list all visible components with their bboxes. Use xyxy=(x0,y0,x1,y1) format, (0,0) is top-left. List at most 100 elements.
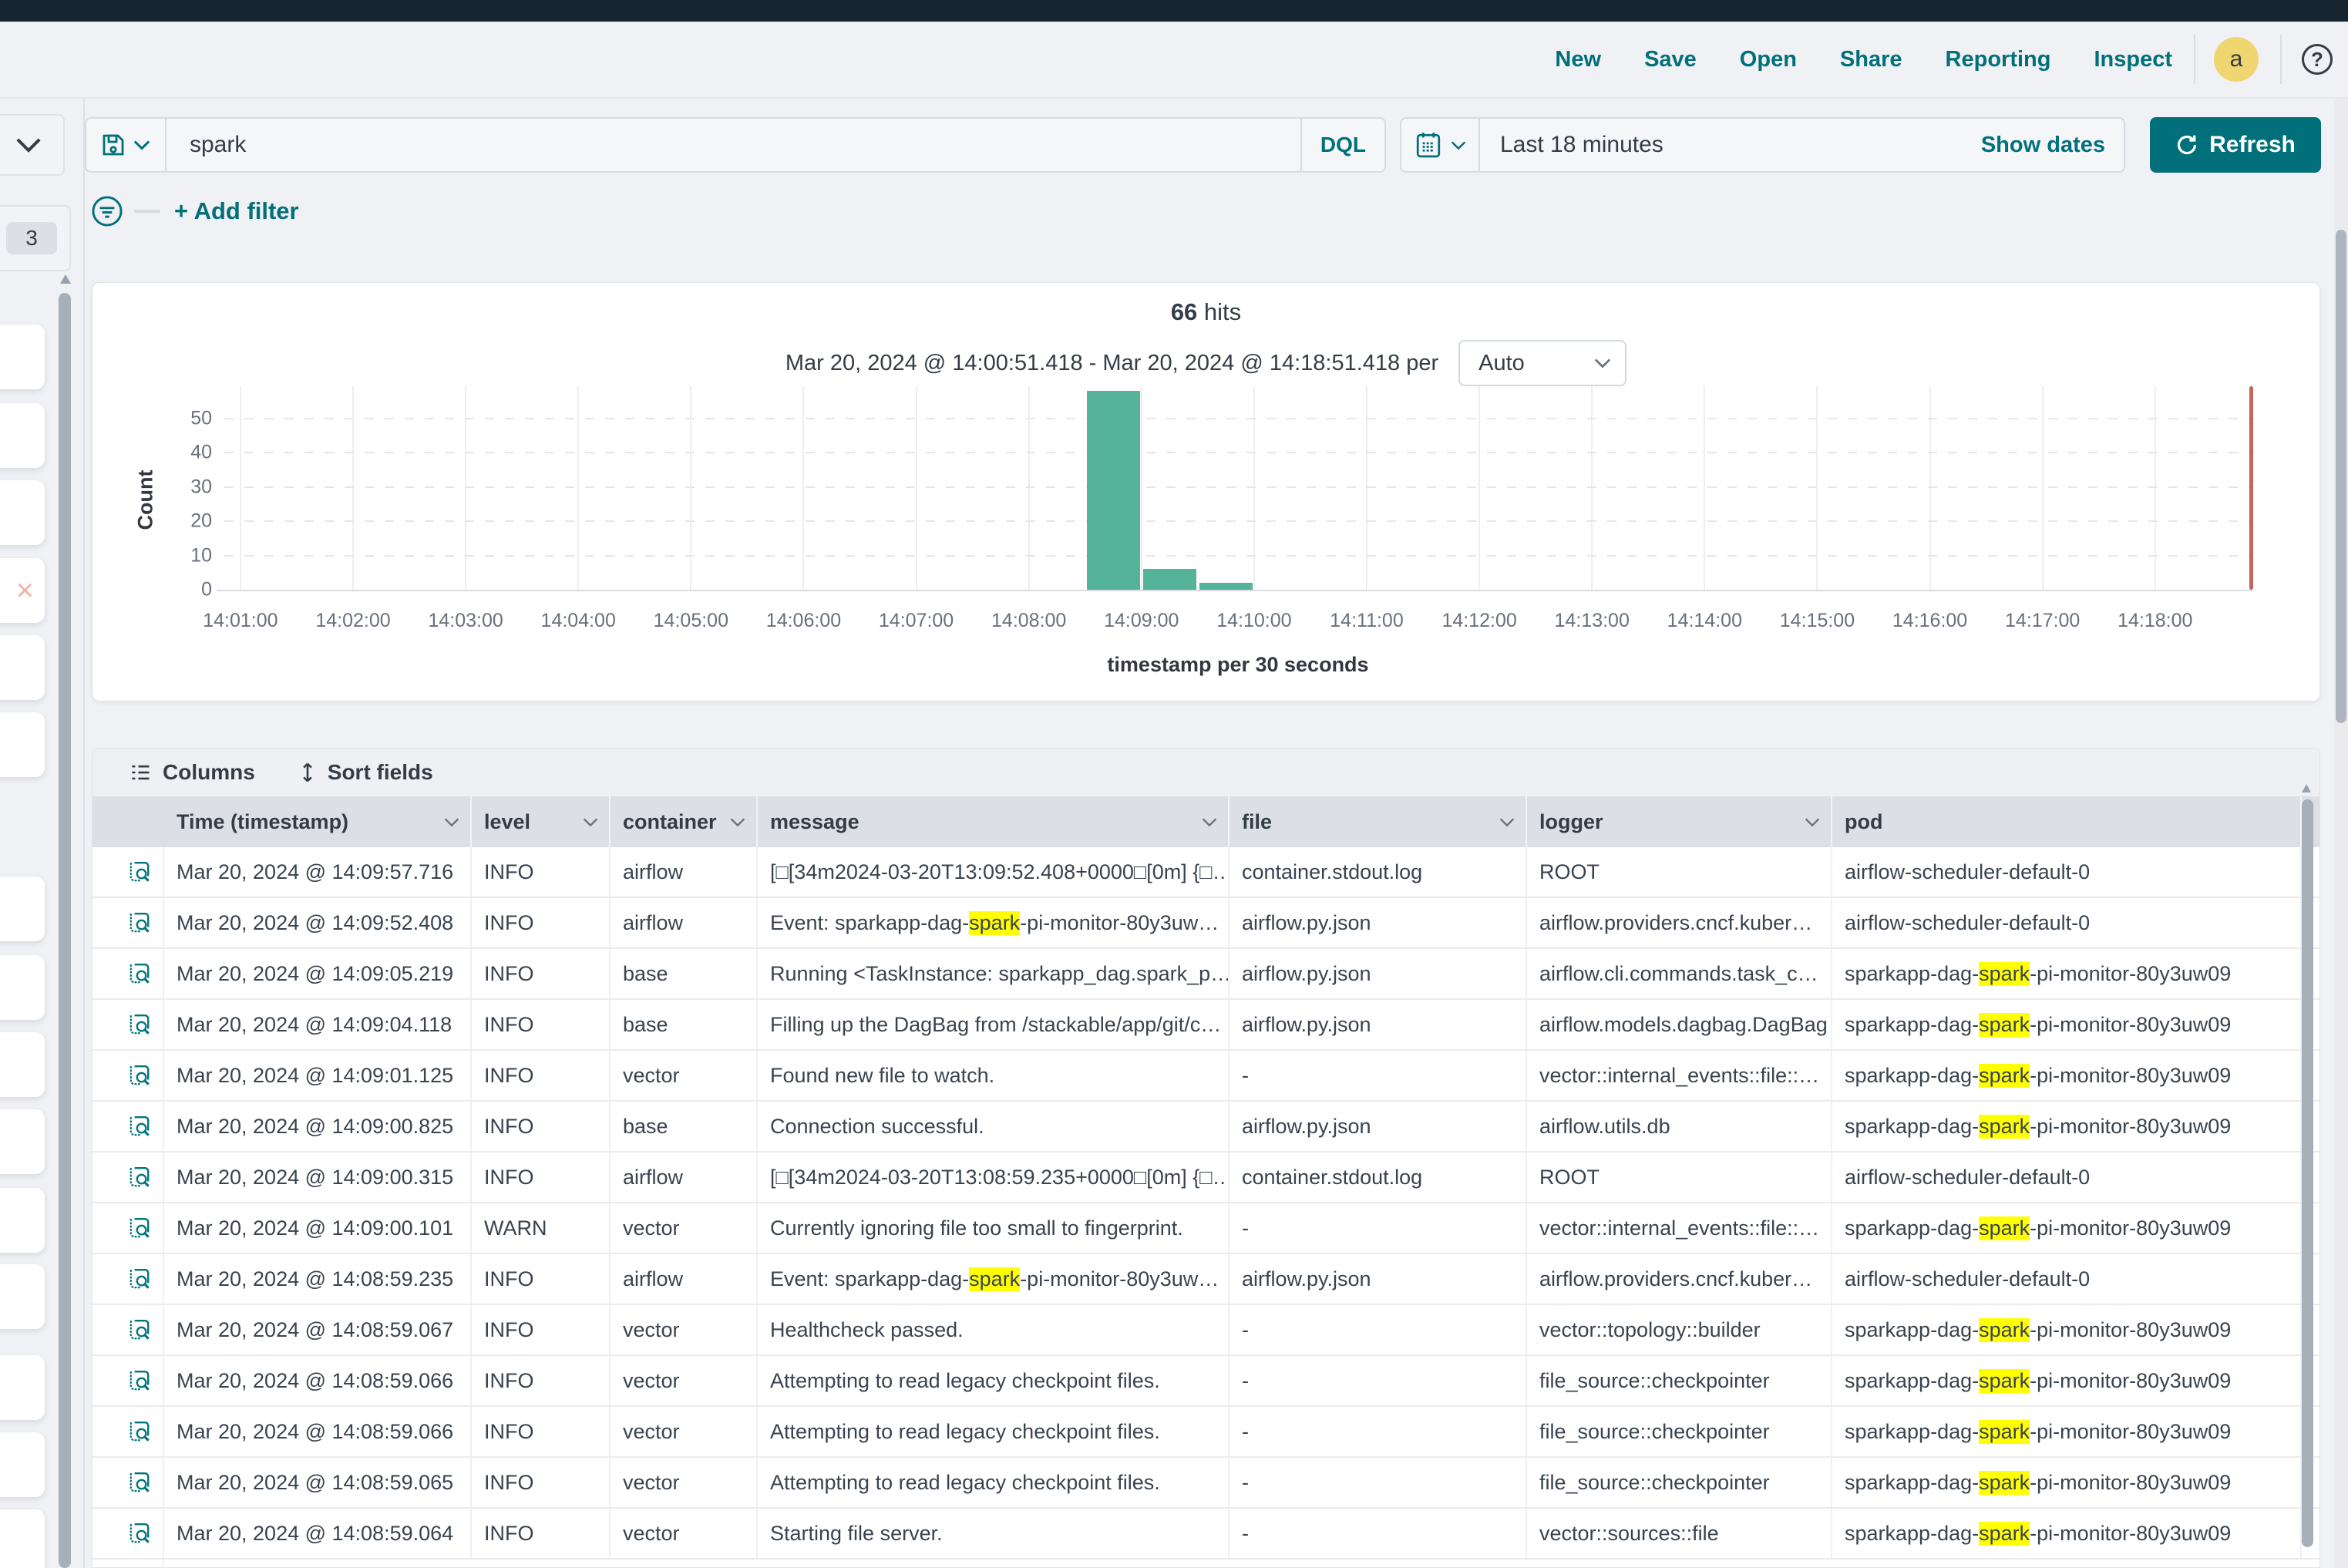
expand-row-button[interactable] xyxy=(115,898,164,947)
expand-row-button[interactable] xyxy=(115,1102,164,1151)
table-scrollbar[interactable] xyxy=(2302,799,2313,1547)
header-expand-column xyxy=(115,796,164,847)
column-header-message[interactable]: message xyxy=(758,796,1230,847)
scroll-up-arrow[interactable] xyxy=(60,274,71,284)
gridline-vertical xyxy=(577,386,579,590)
expand-row-button[interactable] xyxy=(115,1000,164,1049)
gridline-vertical xyxy=(1141,386,1142,590)
add-filter-button[interactable]: + Add filter xyxy=(174,197,299,225)
field-item[interactable] xyxy=(0,480,45,545)
page-scrollbar-track[interactable] xyxy=(2334,99,2348,1568)
nav-share[interactable]: Share xyxy=(1840,47,1902,72)
column-header-label: Time (timestamp) xyxy=(177,810,348,834)
column-header-file[interactable]: file xyxy=(1230,796,1527,847)
expand-row-button[interactable] xyxy=(115,1356,164,1405)
column-header-level[interactable]: level xyxy=(472,796,611,847)
histogram-bar[interactable] xyxy=(1199,583,1253,590)
field-item[interactable] xyxy=(0,1264,45,1329)
cell-message: Attempting to read legacy checkpoint fil… xyxy=(758,1356,1230,1405)
nav-reporting[interactable]: Reporting xyxy=(1946,47,2051,72)
field-item[interactable] xyxy=(0,1432,45,1497)
x-axis-tick: 14:11:00 xyxy=(1330,610,1403,632)
field-item[interactable] xyxy=(0,403,45,468)
sort-fields-button[interactable]: Sort fields xyxy=(298,760,433,785)
saved-query-menu-button[interactable] xyxy=(85,117,167,173)
chevron-down-icon[interactable] xyxy=(1805,817,1820,827)
expand-row-button[interactable] xyxy=(115,1203,164,1253)
table-row: Mar 20, 2024 @ 14:08:59.066INFOvectorAtt… xyxy=(93,1407,2319,1458)
help-icon[interactable]: ? xyxy=(2302,44,2333,75)
column-header-pod[interactable]: pod xyxy=(1832,796,2302,847)
expand-row-button[interactable] xyxy=(115,847,164,897)
expand-row-button[interactable] xyxy=(115,1152,164,1202)
query-language-button[interactable]: DQL xyxy=(1300,119,1384,171)
expand-row-button[interactable] xyxy=(115,949,164,998)
sidebar-collapse-button[interactable] xyxy=(0,114,65,176)
nav-new[interactable]: New xyxy=(1555,47,1601,72)
cell-time: Mar 20, 2024 @ 14:08:59.067 xyxy=(164,1305,472,1354)
chevron-down-icon[interactable] xyxy=(730,817,745,827)
cell-level: INFO xyxy=(472,1152,611,1202)
refresh-button[interactable]: Refresh xyxy=(2150,117,2321,173)
histogram-bar[interactable] xyxy=(1143,569,1196,590)
search-input[interactable]: spark DQL xyxy=(167,117,1386,173)
refresh-icon xyxy=(2175,133,2198,156)
field-item[interactable] xyxy=(0,1355,45,1420)
cell-container: base xyxy=(611,1000,758,1049)
avatar[interactable]: a xyxy=(2214,37,2259,82)
field-item[interactable] xyxy=(0,955,45,1020)
field-item[interactable] xyxy=(0,877,45,941)
gridline-vertical xyxy=(1591,386,1593,590)
columns-button[interactable]: Columns xyxy=(130,760,255,785)
histogram-bar[interactable] xyxy=(1087,391,1140,590)
chevron-down-icon[interactable] xyxy=(444,817,459,827)
page-scrollbar-thumb[interactable] xyxy=(2336,230,2346,723)
remove-field-icon[interactable]: × xyxy=(16,575,34,606)
field-item[interactable] xyxy=(0,712,45,777)
expand-row-button[interactable] xyxy=(115,1254,164,1304)
cell-level: INFO xyxy=(472,1458,611,1507)
nav-open[interactable]: Open xyxy=(1740,47,1797,72)
chevron-down-icon[interactable] xyxy=(1202,817,1217,827)
cell-file: - xyxy=(1230,1458,1527,1507)
show-dates-button[interactable]: Show dates xyxy=(1981,133,2110,158)
expand-row-button[interactable] xyxy=(115,1458,164,1507)
field-item[interactable] xyxy=(0,635,45,700)
sidebar-scrollbar[interactable] xyxy=(59,293,71,1568)
column-header-logger[interactable]: logger xyxy=(1527,796,1832,847)
filter-icon[interactable] xyxy=(91,195,123,227)
field-item[interactable] xyxy=(0,1188,45,1253)
nav-save[interactable]: Save xyxy=(1644,47,1697,72)
cell-file: container.stdout.log xyxy=(1230,847,1527,897)
expand-row-button[interactable] xyxy=(115,1305,164,1354)
field-item[interactable]: × xyxy=(0,558,45,623)
expand-row-button[interactable] xyxy=(115,1407,164,1456)
date-picker[interactable]: Last 18 minutes Show dates xyxy=(1400,117,2125,173)
field-item[interactable] xyxy=(0,1032,45,1097)
gridline-vertical xyxy=(1478,386,1480,590)
field-item[interactable] xyxy=(0,1109,45,1174)
column-header-label: message xyxy=(770,810,859,834)
field-item[interactable] xyxy=(0,325,45,389)
expand-row-button[interactable] xyxy=(115,1051,164,1100)
column-header-container[interactable]: container xyxy=(611,796,758,847)
highlight: spark xyxy=(1979,1522,2030,1546)
field-item[interactable] xyxy=(0,1509,45,1568)
cell-pod: airflow-scheduler-default-0 xyxy=(1832,1254,2302,1304)
nav-divider xyxy=(2280,35,2282,84)
scroll-up-arrow[interactable] xyxy=(2302,784,2311,792)
expand-row-button[interactable] xyxy=(115,1509,164,1558)
time-range-label[interactable]: Last 18 minutes xyxy=(1500,132,1981,158)
cell-message: Event: sparkapp-dag-spark-pi-monitor-80y… xyxy=(758,1254,1230,1304)
chevron-down-icon[interactable] xyxy=(583,817,598,827)
cell-message: [□[34m2024-03-20T13:08:59.235+0000□[0m] … xyxy=(758,1152,1230,1202)
highlight: spark xyxy=(1979,1064,2030,1088)
chevron-down-icon[interactable] xyxy=(1499,817,1515,827)
x-axis-tick: 14:01:00 xyxy=(203,610,278,632)
histogram-plot[interactable]: 14:01:0014:02:0014:03:0014:04:0014:05:00… xyxy=(93,283,2319,701)
expand-row-button[interactable] xyxy=(115,1560,164,1568)
nav-inspect[interactable]: Inspect xyxy=(2094,47,2172,72)
table-header-row: Time (timestamp) levelcontainer message fil… xyxy=(93,796,2319,847)
cell-container: base xyxy=(611,1102,758,1151)
column-header-time--timestamp-[interactable]: Time (timestamp) xyxy=(164,796,472,847)
